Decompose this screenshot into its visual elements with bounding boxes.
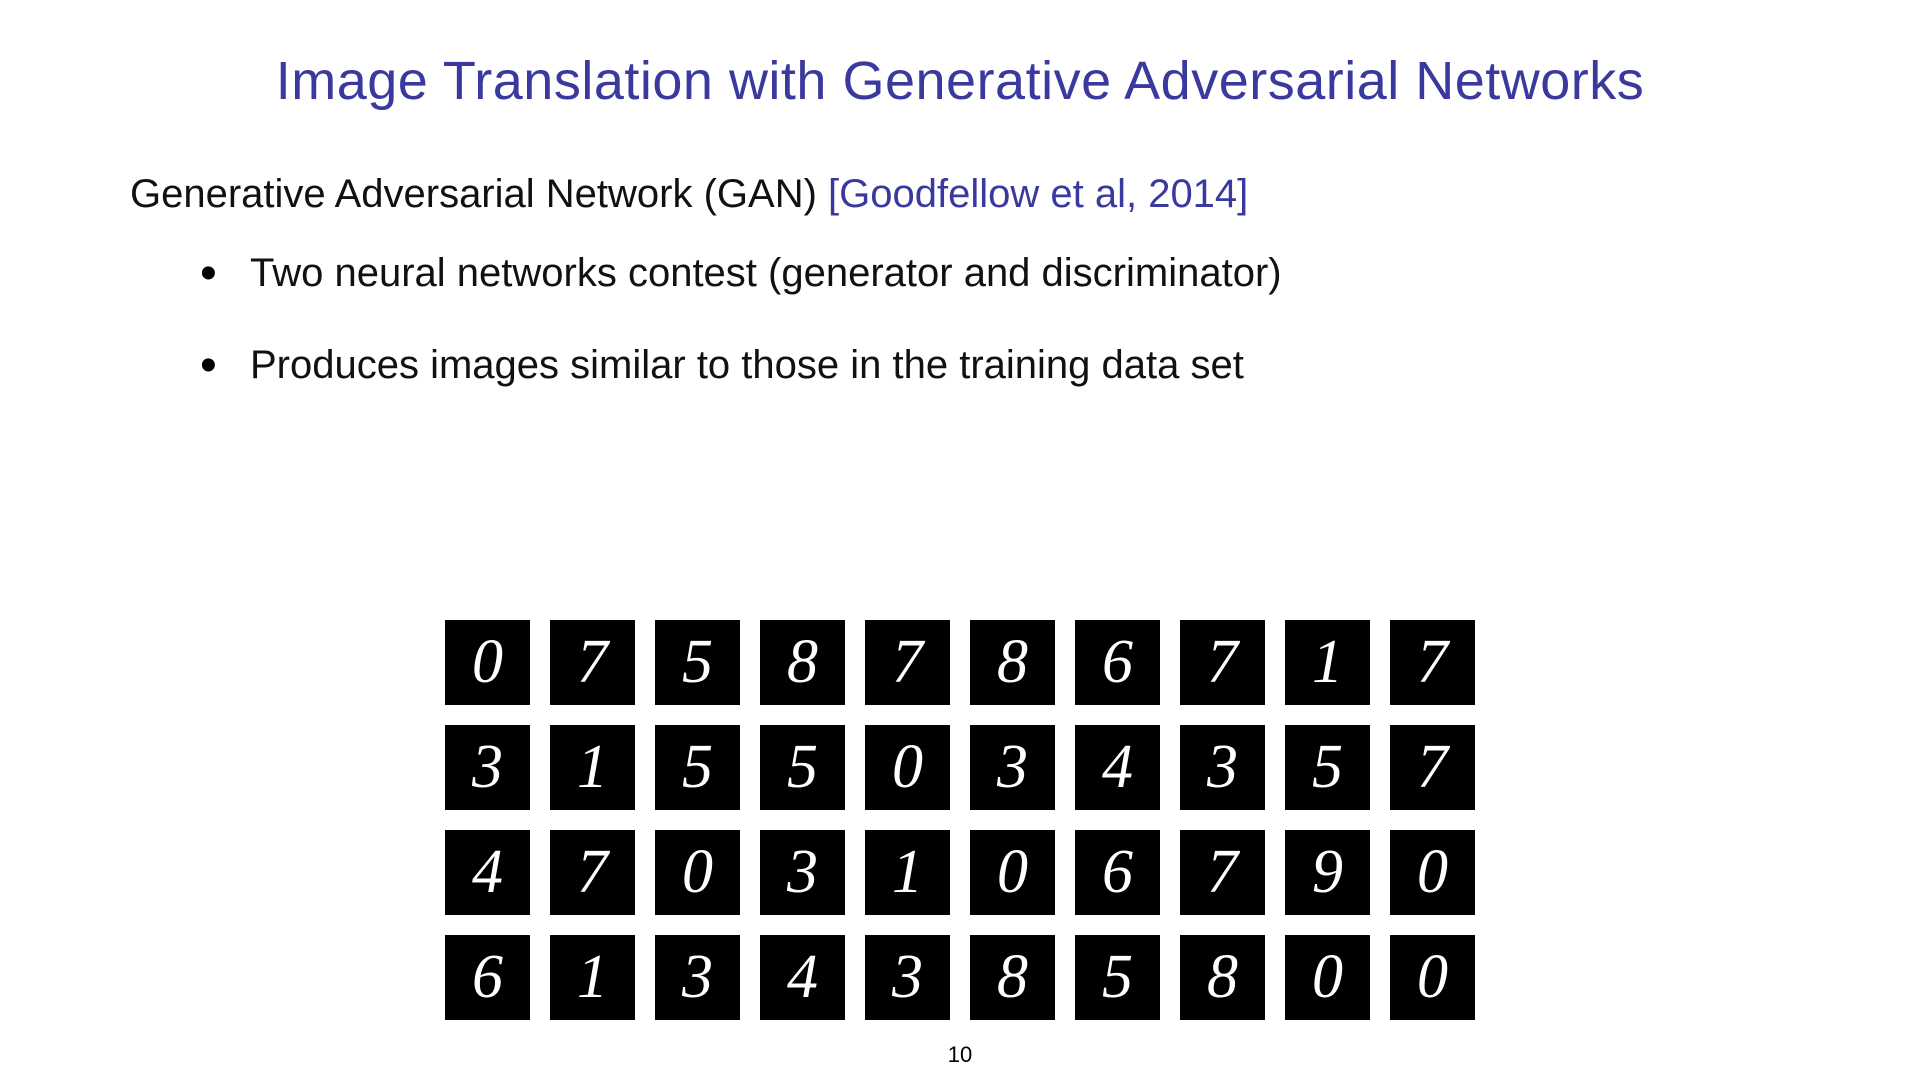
digit-cell: 7 bbox=[550, 620, 635, 705]
digit-cell: 7 bbox=[865, 620, 950, 705]
digit-cell: 0 bbox=[1285, 935, 1370, 1020]
digit-cell: 5 bbox=[1075, 935, 1160, 1020]
digit-cell: 0 bbox=[445, 620, 530, 705]
digit-cell: 6 bbox=[1075, 830, 1160, 915]
digit-row: 0 7 5 8 7 8 6 7 1 7 bbox=[445, 620, 1475, 705]
digit-cell: 4 bbox=[760, 935, 845, 1020]
intro-line: Generative Adversarial Network (GAN) [Go… bbox=[130, 172, 1790, 217]
digit-cell: 9 bbox=[1285, 830, 1370, 915]
digit-cell: 7 bbox=[1390, 620, 1475, 705]
digit-cell: 3 bbox=[865, 935, 950, 1020]
slide: Image Translation with Generative Advers… bbox=[0, 0, 1920, 1080]
digit-row: 3 1 5 5 0 3 4 3 5 7 bbox=[445, 725, 1475, 810]
digit-cell: 8 bbox=[970, 935, 1055, 1020]
digit-cell: 1 bbox=[865, 830, 950, 915]
digit-cell: 8 bbox=[1180, 935, 1265, 1020]
digit-cell: 6 bbox=[445, 935, 530, 1020]
digit-cell: 1 bbox=[550, 935, 635, 1020]
digit-cell: 6 bbox=[1075, 620, 1160, 705]
digit-cell: 3 bbox=[1180, 725, 1265, 810]
digit-cell: 0 bbox=[1390, 830, 1475, 915]
digit-cell: 1 bbox=[1285, 620, 1370, 705]
slide-body: Generative Adversarial Network (GAN) [Go… bbox=[0, 112, 1920, 391]
digit-cell: 7 bbox=[1180, 620, 1265, 705]
digit-cell: 5 bbox=[655, 725, 740, 810]
digit-cell: 8 bbox=[760, 620, 845, 705]
digit-cell: 3 bbox=[445, 725, 530, 810]
digit-cell: 3 bbox=[760, 830, 845, 915]
digit-cell: 5 bbox=[760, 725, 845, 810]
digit-cell: 8 bbox=[970, 620, 1055, 705]
digit-row: 6 1 3 4 3 8 5 8 0 0 bbox=[445, 935, 1475, 1020]
digit-grid: 0 7 5 8 7 8 6 7 1 7 3 1 5 5 0 3 4 3 5 7 … bbox=[445, 620, 1475, 1020]
page-number: 10 bbox=[948, 1042, 972, 1068]
digit-cell: 7 bbox=[1180, 830, 1265, 915]
slide-title: Image Translation with Generative Advers… bbox=[0, 0, 1920, 112]
digit-cell: 1 bbox=[550, 725, 635, 810]
digit-cell: 0 bbox=[865, 725, 950, 810]
digit-cell: 4 bbox=[445, 830, 530, 915]
digit-cell: 5 bbox=[655, 620, 740, 705]
digit-cell: 7 bbox=[550, 830, 635, 915]
bullet-item: Two neural networks contest (generator a… bbox=[200, 247, 1790, 299]
digit-cell: 7 bbox=[1390, 725, 1475, 810]
intro-text: Generative Adversarial Network (GAN) bbox=[130, 172, 828, 216]
digit-cell: 5 bbox=[1285, 725, 1370, 810]
digit-row: 4 7 0 3 1 0 6 7 9 0 bbox=[445, 830, 1475, 915]
digit-cell: 3 bbox=[655, 935, 740, 1020]
digit-cell: 4 bbox=[1075, 725, 1160, 810]
bullet-item: Produces images similar to those in the … bbox=[200, 339, 1790, 391]
intro-citation: [Goodfellow et al, 2014] bbox=[828, 172, 1248, 216]
digit-cell: 3 bbox=[970, 725, 1055, 810]
bullet-list: Two neural networks contest (generator a… bbox=[130, 247, 1790, 391]
digit-cell: 0 bbox=[1390, 935, 1475, 1020]
digit-cell: 0 bbox=[970, 830, 1055, 915]
digit-cell: 0 bbox=[655, 830, 740, 915]
